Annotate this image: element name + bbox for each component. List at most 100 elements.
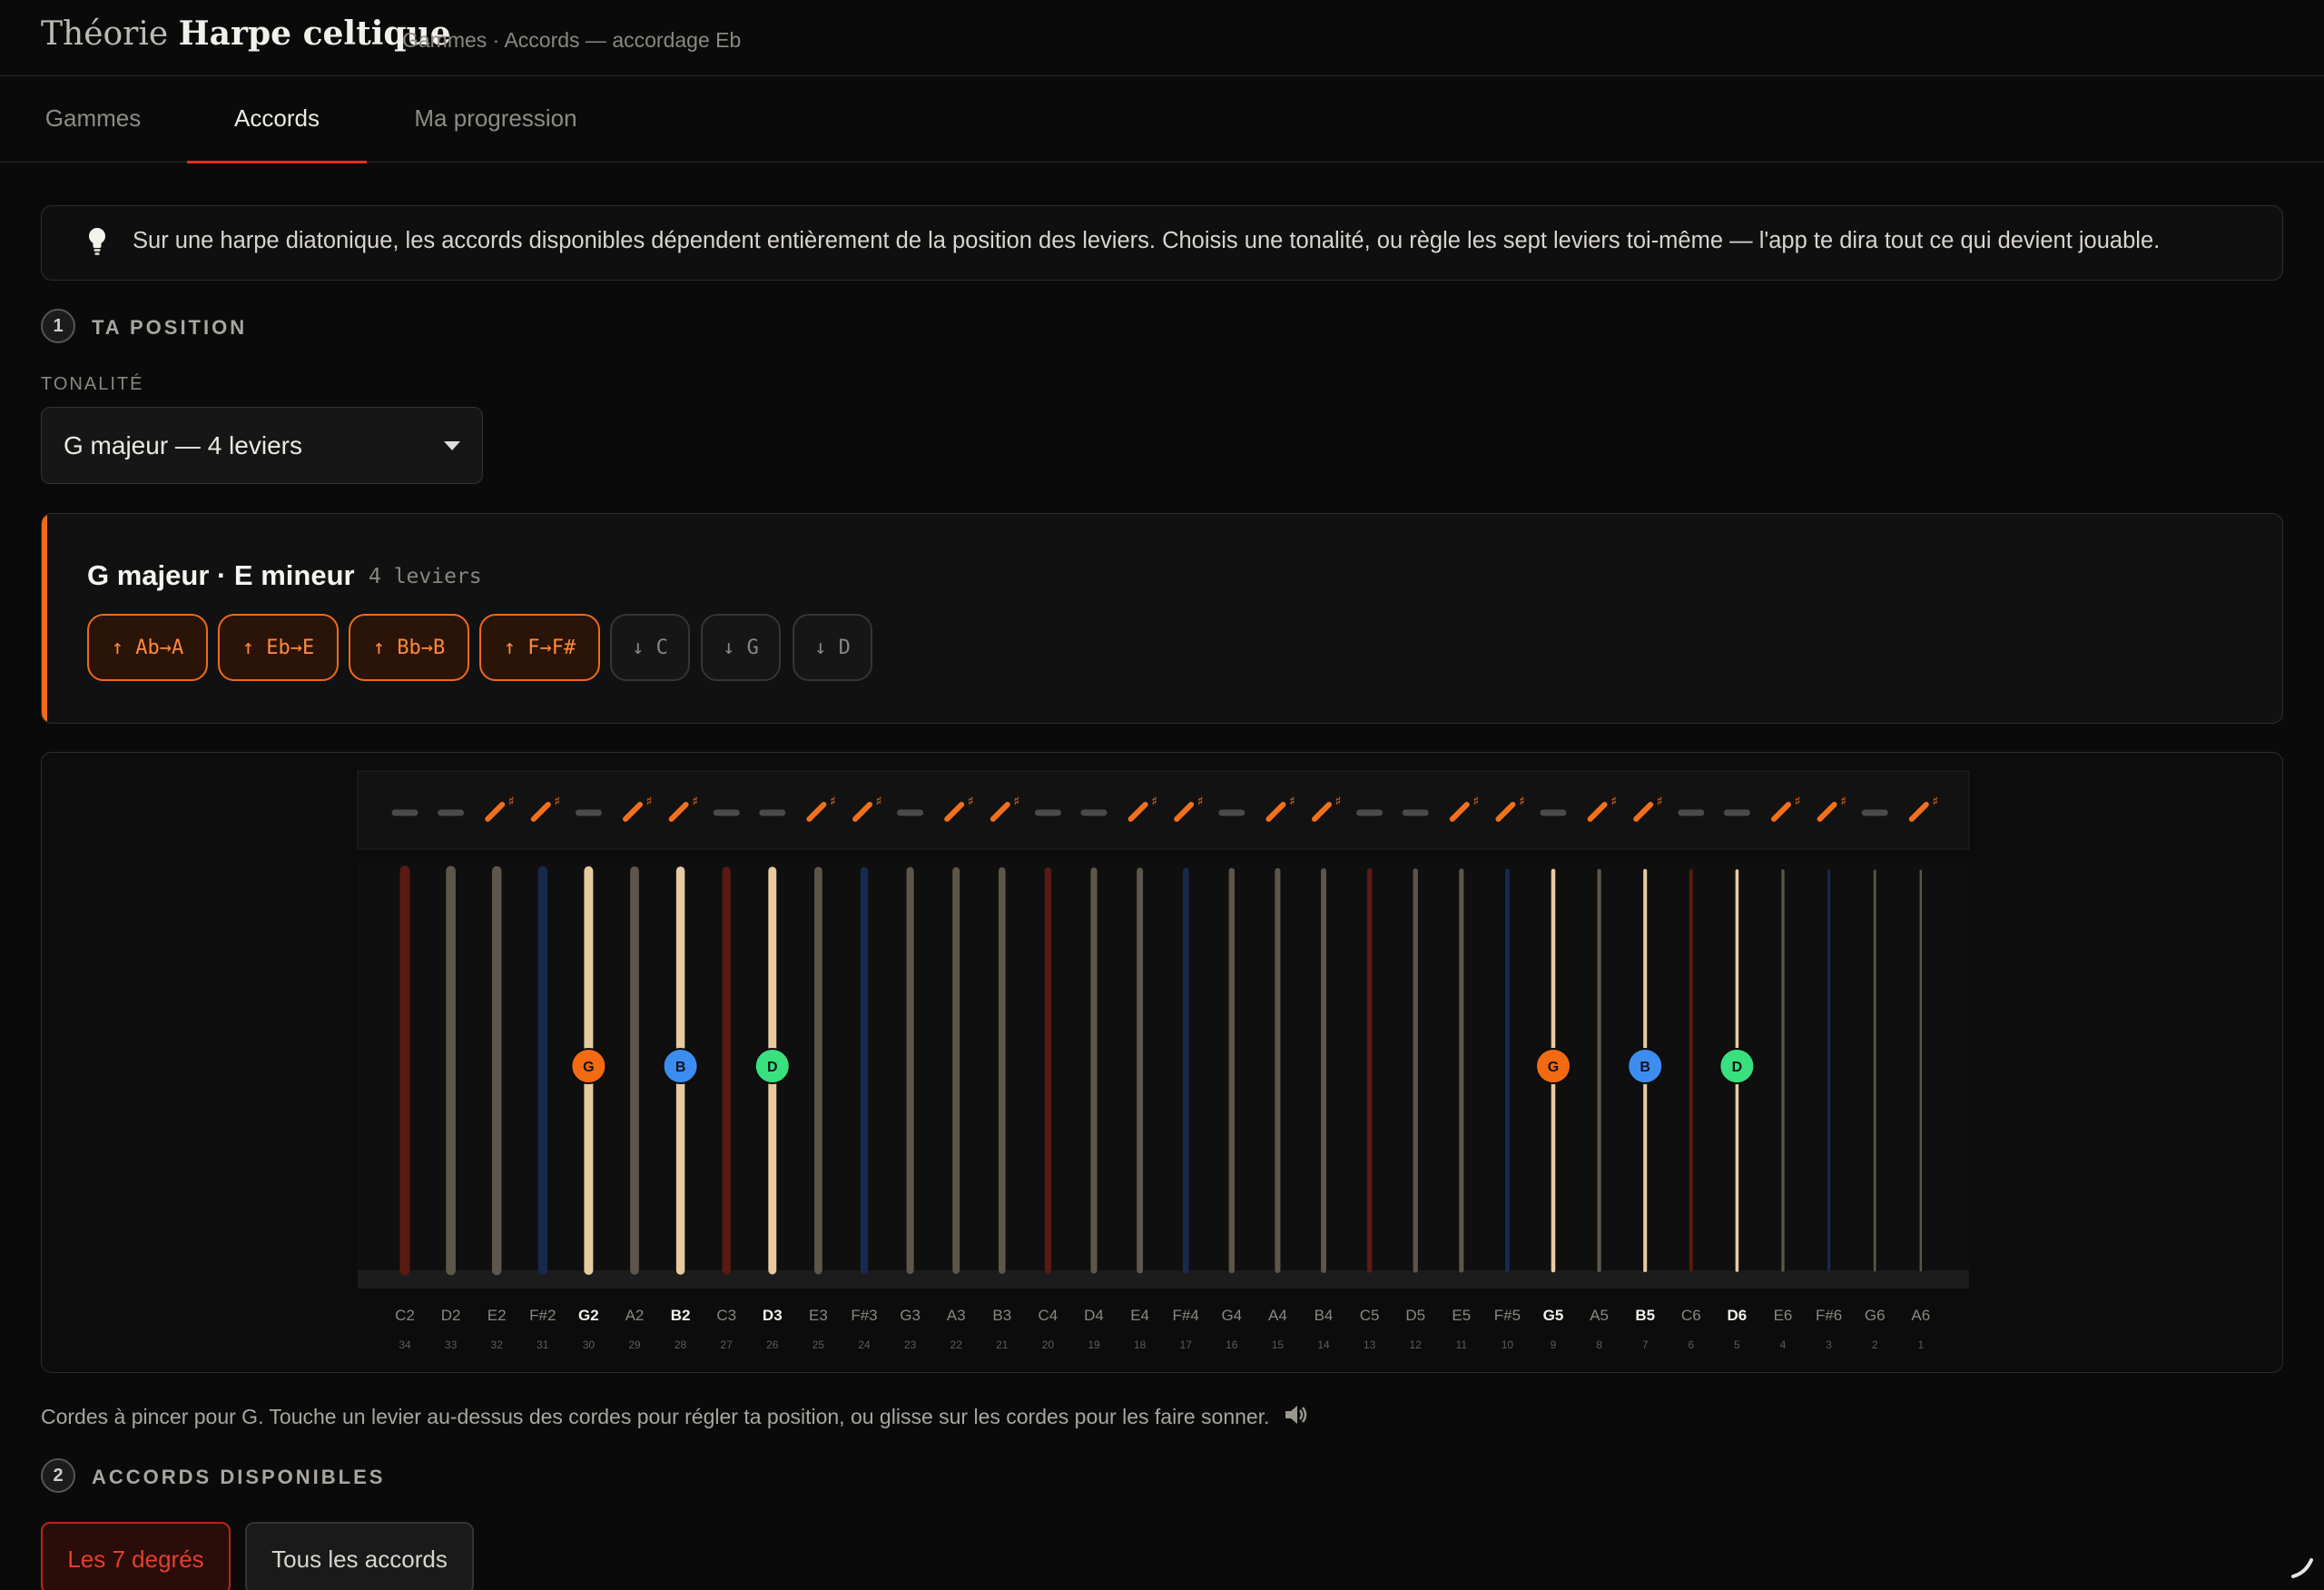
string-note-label: E5: [1452, 1307, 1471, 1324]
string-number-label: 30: [583, 1338, 596, 1351]
string-number-label: 22: [950, 1338, 963, 1351]
string-number-label: 16: [1226, 1338, 1238, 1351]
string-note-label: F#3: [851, 1307, 877, 1324]
step-number: 2: [41, 1458, 75, 1493]
string-note-label: E3: [809, 1307, 828, 1324]
app-subtitle: Gammes · Accords — accordage Eb: [402, 28, 742, 52]
string-number-label: 1: [1917, 1338, 1924, 1351]
step-number: 1: [41, 309, 75, 343]
string-number-label: 9: [1551, 1338, 1557, 1351]
string-note-label: C5: [1360, 1307, 1380, 1324]
tab-ma-progression[interactable]: Ma progression: [409, 76, 583, 163]
string-number-label: 25: [812, 1338, 825, 1351]
string-number-label: 33: [445, 1338, 458, 1351]
string-note-label: G2: [578, 1307, 599, 1324]
string-number-label: 8: [1596, 1338, 1602, 1351]
lever-count: 4 leviers: [369, 565, 482, 588]
string-note-label: A3: [947, 1307, 966, 1324]
string-number-label: 27: [721, 1338, 734, 1351]
string-number-label: 32: [491, 1338, 504, 1351]
sharp-mark: ♯: [968, 795, 974, 809]
string-note-label: B5: [1635, 1307, 1655, 1324]
harp-diagram: C2 34 D2 33 ♯ E2 32 ♯ F#2 31 G G2 30 ♯ A2 29 ♯ B B2 28 C3 27 D…: [41, 752, 2283, 1373]
string-note-label: C4: [1039, 1307, 1059, 1324]
sharp-mark: ♯: [1013, 795, 1019, 809]
string-number-label: 15: [1272, 1338, 1285, 1351]
string-note-label: F#5: [1494, 1307, 1521, 1324]
card-accent: [42, 514, 47, 723]
string-note-label: G6: [1865, 1307, 1886, 1324]
string-note-label: G4: [1221, 1307, 1242, 1324]
sharp-mark: ♯: [1151, 795, 1157, 809]
soundboard: [358, 1270, 1969, 1289]
string-number-label: 5: [1734, 1338, 1740, 1351]
tab-gammes[interactable]: Gammes: [41, 76, 145, 163]
string-number-label: 12: [1410, 1338, 1423, 1351]
lightbulb-icon: [89, 228, 105, 255]
chord-note-label: B: [1640, 1060, 1650, 1075]
string-number-label: 19: [1088, 1338, 1100, 1351]
sharp-mark: ♯: [1519, 795, 1525, 809]
key-summary-card: G majeur · E mineur 4 leviers ↑ Ab→A ↑ E…: [41, 513, 2283, 724]
app-title: Théorie Harpe celtique: [41, 15, 451, 53]
app-header: Théorie Harpe celtique Gammes · Accords …: [0, 0, 2324, 76]
sharp-mark: ♯: [1932, 795, 1938, 809]
string-number-label: 11: [1456, 1338, 1468, 1351]
string-note-label: F#2: [529, 1307, 556, 1324]
string-number-label: 17: [1180, 1338, 1193, 1351]
app-title-light: Théorie: [41, 15, 169, 53]
string-note-label: G5: [1543, 1307, 1564, 1324]
lever-chip[interactable]: ↑ F→F#: [479, 614, 600, 681]
section-title: ACCORDS DISPONIBLES: [92, 1466, 386, 1488]
string-note-label: A6: [1911, 1307, 1930, 1324]
string-number-label: 18: [1134, 1338, 1147, 1351]
harp-caption: Cordes à pincer pour G. Touche un levier…: [41, 1402, 1310, 1429]
key-title: G majeur · E mineur: [87, 559, 355, 591]
filter-tous-les-accords[interactable]: Tous les accords: [245, 1522, 474, 1590]
sharp-mark: ♯: [876, 795, 882, 809]
lever-chip[interactable]: ↓ C: [610, 614, 690, 681]
string-number-label: 7: [1642, 1338, 1649, 1351]
sharp-mark: ♯: [1795, 795, 1801, 809]
tab-bar: Gammes Accords Ma progression: [0, 76, 2324, 163]
lever-chip[interactable]: ↓ G: [701, 614, 781, 681]
lever-chip[interactable]: ↑ Eb→E: [218, 614, 339, 681]
chord-note-label: D: [1732, 1060, 1743, 1075]
string-number-label: 24: [858, 1338, 871, 1351]
sharp-mark: ♯: [554, 795, 560, 809]
string-note-label: A5: [1590, 1307, 1609, 1324]
string-note-label: D4: [1084, 1307, 1104, 1324]
sharp-mark: ♯: [1335, 795, 1342, 809]
sharp-mark: ♯: [1289, 795, 1295, 809]
string-number-label: 23: [904, 1338, 917, 1351]
string-note-label: D6: [1728, 1307, 1748, 1324]
tab-accords[interactable]: Accords: [187, 76, 367, 163]
string-number-label: 3: [1826, 1338, 1832, 1351]
string-note-label: C2: [395, 1307, 415, 1324]
sharp-mark: ♯: [1840, 795, 1846, 809]
string-number-label: 28: [675, 1338, 687, 1351]
resize-handle-icon[interactable]: [2288, 1553, 2315, 1580]
string-note-label: C6: [1681, 1307, 1701, 1324]
string-note-label: A2: [625, 1307, 645, 1324]
string-note-label: D2: [441, 1307, 461, 1324]
lever-chip[interactable]: ↑ Bb→B: [349, 614, 469, 681]
sharp-mark: ♯: [1197, 795, 1204, 809]
string-note-label: F#6: [1816, 1307, 1842, 1324]
string-number-label: 34: [399, 1338, 411, 1351]
chord-note-label: D: [767, 1060, 778, 1075]
section-title: TA POSITION: [92, 316, 248, 339]
speaker-icon[interactable]: [1283, 1402, 1310, 1427]
string-number-label: 10: [1502, 1338, 1514, 1351]
lever-chip[interactable]: ↓ D: [793, 614, 872, 681]
tonality-label: TONALITÉ: [41, 374, 144, 394]
sharp-mark: ♯: [1472, 795, 1479, 809]
caption-text: Cordes à pincer pour G. Touche un levier…: [41, 1405, 1270, 1428]
filter-les-7-degres[interactable]: Les 7 degrés: [41, 1522, 231, 1590]
string-note-label: G3: [900, 1307, 921, 1324]
lever-chip[interactable]: ↑ Ab→A: [87, 614, 208, 681]
tonality-select[interactable]: G majeur — 4 leviers: [41, 407, 483, 484]
string-number-label: 2: [1872, 1338, 1878, 1351]
sharp-mark: ♯: [830, 795, 836, 809]
sharp-mark: ♯: [692, 795, 698, 809]
